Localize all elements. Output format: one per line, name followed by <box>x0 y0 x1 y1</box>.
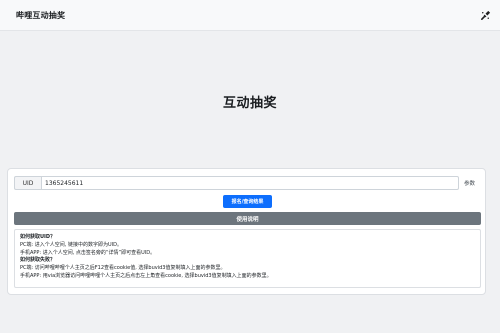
uid-input[interactable]: 1365245611 <box>41 176 459 190</box>
help-pc-uid: PC端: 进入个人空间, 链接中的数字即为UID。 <box>20 241 122 248</box>
help-heading-uid: 如何获取UID？ <box>20 234 56 240</box>
uid-row: UID 1365245611 参数 <box>14 176 487 190</box>
submit-button[interactable]: 报名/查询结果 <box>223 195 272 208</box>
help-pc-cookie: PC端: 访问哔哩哔哩个人主页之后F12查看cookie值, 选择buvid3值… <box>20 265 226 272</box>
lottery-card: UID 1365245611 参数 报名/查询结果 使用说明 如何获取UID？ … <box>7 168 486 295</box>
uid-label: UID <box>14 176 41 190</box>
usage-help-panel: 如何获取UID？ PC端: 进入个人空间, 链接中的数字即为UID。 手机APP… <box>14 229 481 288</box>
params-link[interactable]: 参数 <box>464 176 475 190</box>
paint-brush-icon[interactable] <box>478 8 492 22</box>
navbar-brand[interactable]: 哔哩互动抽奖 <box>16 10 65 21</box>
navbar: 哔哩互动抽奖 <box>0 0 500 31</box>
help-app-uid: 手机APP: 进入个人空间, 点击签名旁的“详情”即可查看UID。 <box>20 249 156 256</box>
usage-toggle-button[interactable]: 使用说明 <box>14 212 481 225</box>
help-app-cookie: 手机APP: 用via浏览器访问哔哩哔哩个人主页之后点击左上角查看cookie,… <box>20 272 272 279</box>
page-title: 互动抽奖 <box>222 96 277 111</box>
